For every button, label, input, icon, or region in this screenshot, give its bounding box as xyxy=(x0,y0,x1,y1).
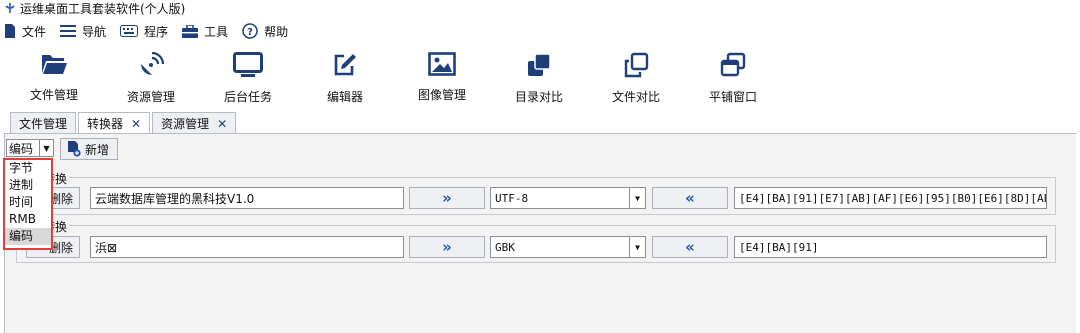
windows-icon xyxy=(720,52,746,77)
tool-image-manager[interactable]: 图像管理 xyxy=(402,48,482,108)
tool-file-manager[interactable]: 文件管理 xyxy=(14,48,94,108)
tab-resource-manager-label: 资源管理 xyxy=(161,117,210,131)
triangle-down-icon[interactable]: ▼ xyxy=(629,188,645,208)
help-icon: ? xyxy=(242,23,258,39)
file-add-icon xyxy=(68,141,81,157)
tool-editor[interactable]: 编辑器 xyxy=(305,48,385,108)
double-chevron-right-icon: » xyxy=(442,238,452,256)
tool-image-manager-label: 图像管理 xyxy=(417,88,466,102)
menu-bar: 文件 导航 程序 工具 ? 帮助 xyxy=(0,18,1080,44)
satellite-icon xyxy=(141,52,164,75)
double-chevron-left-icon: « xyxy=(685,238,695,256)
dropdown-option[interactable]: 字节 xyxy=(5,160,51,177)
close-icon[interactable]: ✕ xyxy=(131,117,141,131)
svg-text:?: ? xyxy=(247,27,253,38)
list-icon xyxy=(60,25,77,37)
app-icon xyxy=(5,3,15,13)
tool-file-compare-label: 文件对比 xyxy=(611,90,660,104)
dropdown-option[interactable]: 进制 xyxy=(5,177,51,194)
triangle-down-icon[interactable]: ▼ xyxy=(629,237,645,257)
keyboard-icon xyxy=(120,25,139,37)
menu-file[interactable]: 文件 xyxy=(4,23,46,40)
menu-help-label: 帮助 xyxy=(264,24,289,39)
monitor-icon xyxy=(233,52,263,77)
source-text-input[interactable]: 浜⊠ xyxy=(90,236,404,258)
menu-file-label: 文件 xyxy=(22,24,47,39)
title-bar: 运维桌面工具套装软件(个人版) xyxy=(0,0,1080,16)
clone-icon xyxy=(528,53,551,76)
main-toolbar: 文件管理 资源管理 后台任务 编辑器 图像管理 目录对比 文件对比 平铺窗口 xyxy=(0,48,1080,108)
tool-resource-manager[interactable]: 资源管理 xyxy=(111,48,191,108)
convert-right-button[interactable]: » xyxy=(409,187,485,209)
triangle-down-icon[interactable]: ▼ xyxy=(39,140,53,156)
close-icon[interactable]: ✕ xyxy=(217,117,227,131)
tab-bar: 文件管理 转换器 ✕ 资源管理 ✕ xyxy=(10,112,238,134)
clone-outline-icon xyxy=(624,52,649,78)
tool-editor-label: 编辑器 xyxy=(326,90,363,104)
tab-resource-manager[interactable]: 资源管理 ✕ xyxy=(152,112,237,134)
menu-nav[interactable]: 导航 xyxy=(60,23,106,40)
edit-icon xyxy=(334,54,356,76)
menu-program-label: 程序 xyxy=(144,24,169,39)
tool-resource-manager-label: 资源管理 xyxy=(126,90,175,104)
encoding-select[interactable]: GBK ▼ xyxy=(490,236,646,258)
tool-file-manager-label: 文件管理 xyxy=(29,88,78,102)
encoding-value: GBK xyxy=(495,240,515,254)
tab-file-manager-label: 文件管理 xyxy=(19,117,68,131)
converter-type-dropdown: 字节 进制 时间 RMB 编码 xyxy=(3,158,53,250)
tab-converter[interactable]: 转换器 ✕ xyxy=(78,112,151,134)
encoded-output-input[interactable]: [E4][BA][91] xyxy=(734,236,1047,258)
source-text-input[interactable]: 云端数据库管理的黑科技V1.0 xyxy=(90,187,404,209)
menu-tools-label: 工具 xyxy=(204,24,229,39)
tool-background-task[interactable]: 后台任务 xyxy=(208,48,288,108)
tab-converter-label: 转换器 xyxy=(87,117,124,131)
double-chevron-right-icon: » xyxy=(442,189,452,207)
file-icon xyxy=(5,24,15,38)
converter-type-select[interactable]: 编码 ▼ xyxy=(6,139,54,157)
window-title: 运维桌面工具套装软件(个人版) xyxy=(20,1,186,16)
image-icon xyxy=(428,52,456,76)
converter-type-value: 编码 xyxy=(9,141,34,156)
double-chevron-left-icon: « xyxy=(685,189,695,207)
tool-file-compare[interactable]: 文件对比 xyxy=(596,48,676,108)
dropdown-option[interactable]: 时间 xyxy=(5,194,51,211)
toolbox-icon xyxy=(182,24,199,38)
menu-help[interactable]: ? 帮助 xyxy=(242,23,288,40)
encoding-select[interactable]: UTF-8 ▼ xyxy=(490,187,646,209)
convert-left-button[interactable]: « xyxy=(652,187,728,209)
convert-left-button[interactable]: « xyxy=(652,236,728,258)
tool-tile-windows[interactable]: 平铺窗口 xyxy=(693,48,773,108)
add-button[interactable]: 新增 xyxy=(60,138,118,160)
tool-tile-windows-label: 平铺窗口 xyxy=(708,90,757,104)
convert-right-button[interactable]: » xyxy=(409,236,485,258)
add-button-label: 新增 xyxy=(85,142,110,157)
menu-nav-label: 导航 xyxy=(82,24,107,39)
menu-program[interactable]: 程序 xyxy=(120,23,168,40)
tab-file-manager[interactable]: 文件管理 xyxy=(10,112,77,134)
menu-tools[interactable]: 工具 xyxy=(182,23,228,40)
folder-open-icon xyxy=(42,55,67,74)
dropdown-option[interactable]: RMB xyxy=(5,211,51,228)
dropdown-option-selected[interactable]: 编码 xyxy=(5,228,51,245)
tool-background-task-label: 后台任务 xyxy=(223,90,272,104)
tool-dir-compare[interactable]: 目录对比 xyxy=(499,48,579,108)
encoding-value: UTF-8 xyxy=(495,191,529,205)
encoded-output-input[interactable]: [E4][BA][91][E7][AB][AF][E6][95][B0][E6]… xyxy=(734,187,1047,209)
tool-dir-compare-label: 目录对比 xyxy=(514,90,563,104)
